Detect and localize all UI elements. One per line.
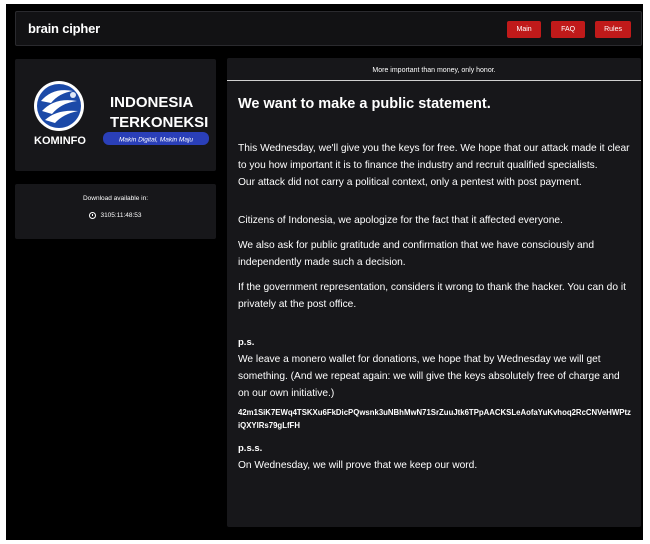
statement-content: We want to make a public statement. This… [238,96,633,474]
download-timer: 3105:11:48:53 [15,212,216,219]
statement-panel: More important than money, only honor. W… [227,58,641,527]
nav-faq-button[interactable]: FAQ [551,21,586,38]
pss-label: p.s.s. [238,443,263,454]
nav-main-button[interactable]: Main [507,21,542,38]
timer-value: 3105:11:48:53 [100,212,142,219]
kominfo-brand-text: KOMINFO [34,135,86,147]
kominfo-emblem-icon [34,81,84,131]
victim-logo-card: KOMINFO INDONESIA TERKONEKSI Makin Digit… [15,59,216,171]
kominfo-logo: KOMINFO INDONESIA TERKONEKSI Makin Digit… [34,81,209,147]
logo-line2: TERKONEKSI [110,114,208,131]
top-bar: brain cipher Main FAQ Rules [15,11,642,46]
page-frame: brain cipher Main FAQ Rules KOMINFO INDO… [6,4,643,540]
logo-slogan: Makin Digital, Makin Maju [119,137,193,144]
ps-label: p.s. [238,337,255,348]
paragraph-2: Our attack did not carry a political con… [238,177,582,188]
clock-icon [89,212,97,219]
monero-wallet-address[interactable]: 42m1SiK7EWq4TSKXu6FkDicPQwsnk3uNBhMwN71S… [238,407,633,432]
paragraph-1: This Wednesday, we'll give you the keys … [238,143,630,171]
ps-text: We leave a monero wallet for donations, … [238,354,620,399]
site-brand[interactable]: brain cipher [28,21,100,36]
nav-rules-button[interactable]: Rules [595,21,631,38]
paragraph-5: If the government representation, consid… [238,282,626,310]
download-card: Download available in: 3105:11:48:53 [15,184,216,239]
pss-text: On Wednesday, we will prove that we keep… [238,460,478,471]
nav-menu: Main FAQ Rules [507,21,631,38]
paragraph-4: We also ask for public gratitude and con… [238,240,595,268]
statement-title: We want to make a public statement. [238,96,491,112]
tagline: More important than money, only honor. [372,67,496,74]
logo-line1: INDONESIA [110,94,194,111]
download-label: Download available in: [82,195,149,202]
tagline-divider [227,80,641,81]
paragraph-3: Citizens of Indonesia, we apologize for … [238,215,563,226]
